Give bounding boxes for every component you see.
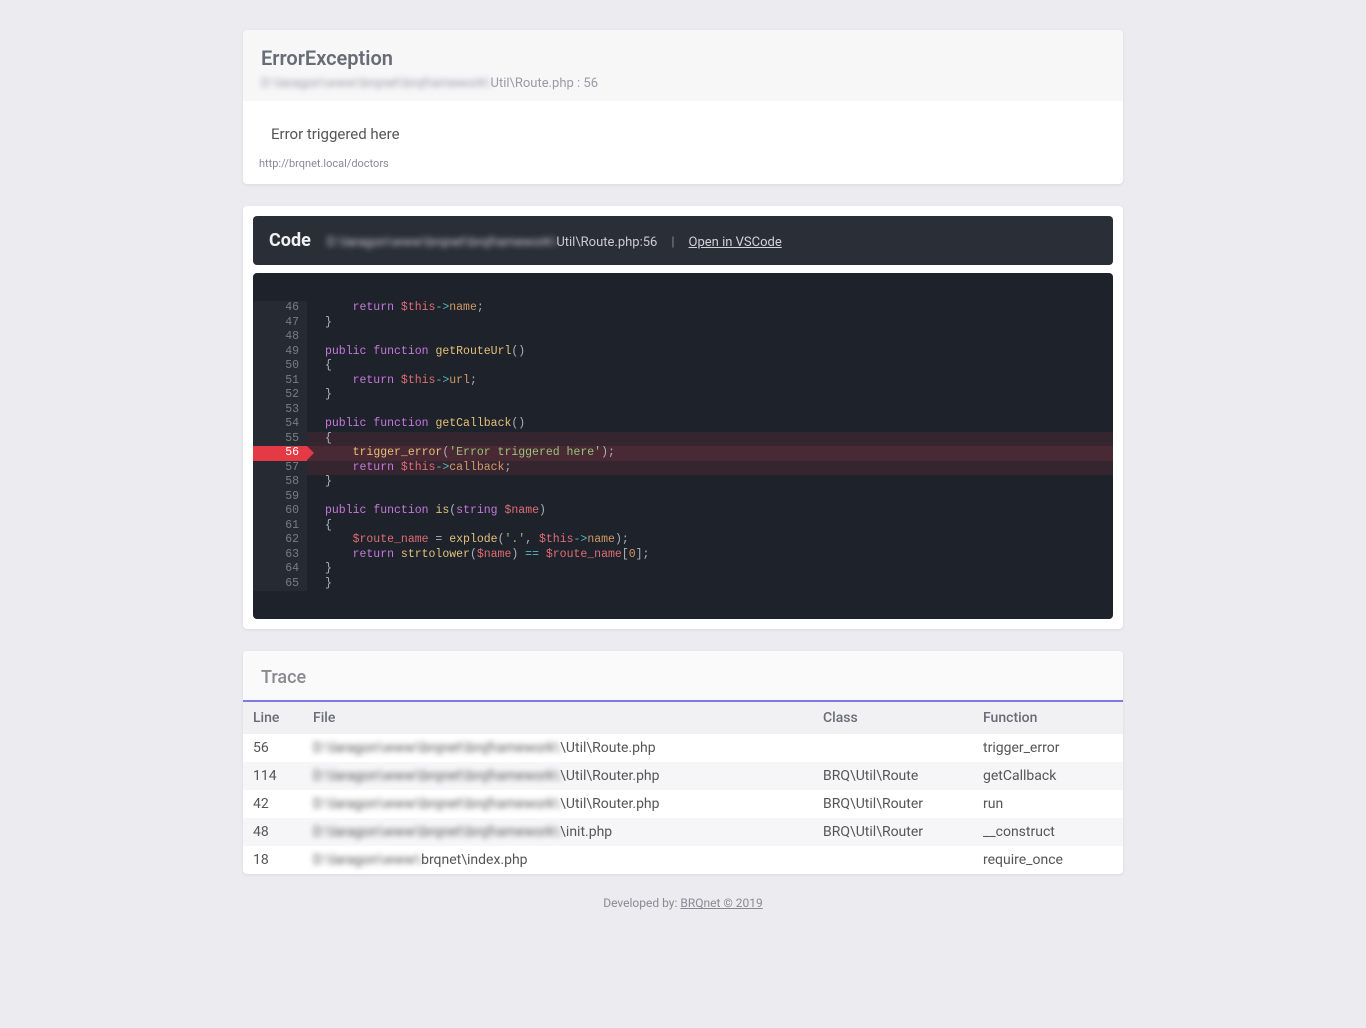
trace-title: Trace xyxy=(243,651,1123,702)
cell-class: BRQ\Util\Router xyxy=(813,790,973,818)
exception-title: ErrorException xyxy=(261,46,1105,70)
line-number: 53 xyxy=(261,403,299,418)
line-number: 51 xyxy=(261,374,299,389)
line-number: 48 xyxy=(261,330,299,345)
line-number: 59 xyxy=(261,490,299,505)
code-line: public function getRouteUrl() xyxy=(325,345,1113,360)
cell-class xyxy=(813,734,973,762)
cell-function: run xyxy=(973,790,1123,818)
code-line: return $this->url; xyxy=(325,374,1113,389)
cell-line: 56 xyxy=(243,734,303,762)
line-number: 62 xyxy=(261,533,299,548)
line-number-gutter: 46 47 48 49 50 51 52 53 54 55 56 57 58 5… xyxy=(253,301,307,591)
footer: Developed by: BRQnet © 2019 xyxy=(243,896,1123,910)
code-line: return $this->name; xyxy=(325,301,1113,316)
line-number: 50 xyxy=(261,359,299,374)
cell-function: getCallback xyxy=(973,762,1123,790)
cell-class: BRQ\Util\Route xyxy=(813,762,973,790)
line-number: 61 xyxy=(261,519,299,534)
code-block: 46 47 48 49 50 51 52 53 54 55 56 57 58 5… xyxy=(253,273,1113,619)
request-url: http://brqnet.local/doctors xyxy=(243,157,1123,184)
line-number: 64 xyxy=(261,562,299,577)
line-number: 58 xyxy=(261,475,299,490)
code-line: return $this->callback; xyxy=(307,461,1113,476)
trace-panel: Trace Line File Class Function 56D:\lara… xyxy=(243,651,1123,874)
trace-table: Line File Class Function 56D:\laragon\ww… xyxy=(243,702,1123,874)
separator: | xyxy=(671,235,674,250)
code-lines: return $this->name; } public function ge… xyxy=(307,301,1113,591)
col-function: Function xyxy=(973,702,1123,734)
table-row: 56D:\laragon\www\brqnet\brqframework\\Ut… xyxy=(243,734,1123,762)
code-line: { xyxy=(325,359,1113,374)
exception-file-path: D:\laragon\www\brqnet\brqframework\Util\… xyxy=(261,76,1105,91)
code-line: } xyxy=(325,475,1113,490)
table-header-row: Line File Class Function xyxy=(243,702,1123,734)
col-line: Line xyxy=(243,702,303,734)
cell-line: 114 xyxy=(243,762,303,790)
code-line: { xyxy=(307,432,1113,447)
code-line: } xyxy=(325,388,1113,403)
code-file-path: D:\laragon\www\brqnet\brqframework\Util\… xyxy=(327,235,658,250)
cell-line: 18 xyxy=(243,846,303,874)
cell-file: D:\laragon\www\brqnet\brqframework\\Util… xyxy=(303,734,813,762)
code-line: { xyxy=(325,519,1113,534)
cell-file: D:\laragon\www\brqnet\index.php xyxy=(303,846,813,874)
line-number: 49 xyxy=(261,345,299,360)
line-number: 52 xyxy=(261,388,299,403)
cell-file: D:\laragon\www\brqnet\brqframework\\Util… xyxy=(303,762,813,790)
line-number: 63 xyxy=(261,548,299,563)
line-number-highlighted: 56 xyxy=(253,446,307,461)
code-line xyxy=(325,330,1113,345)
footer-link[interactable]: BRQnet © 2019 xyxy=(680,896,762,910)
line-number: 54 xyxy=(261,417,299,432)
cell-function: __construct xyxy=(973,818,1123,846)
cell-file: D:\laragon\www\brqnet\brqframework\\init… xyxy=(303,818,813,846)
cell-function: require_once xyxy=(973,846,1123,874)
col-class: Class xyxy=(813,702,973,734)
path-blurred: D:\laragon\www\brqnet\brqframework\ xyxy=(261,76,491,91)
line-number: 65 xyxy=(261,577,299,592)
code-line-highlighted: trigger_error('Error triggered here'); xyxy=(307,446,1113,461)
code-line: public function getCallback() xyxy=(325,417,1113,432)
code-panel: Code D:\laragon\www\brqnet\brqframework\… xyxy=(243,206,1123,629)
cell-function: trigger_error xyxy=(973,734,1123,762)
table-row: 18D:\laragon\www\brqnet\index.php require… xyxy=(243,846,1123,874)
code-line: public function is(string $name) xyxy=(325,504,1113,519)
code-line: return strtolower($name) == $route_name[… xyxy=(325,548,1113,563)
line-number: 55 xyxy=(261,432,299,447)
cell-line: 42 xyxy=(243,790,303,818)
code-header-bar: Code D:\laragon\www\brqnet\brqframework\… xyxy=(253,216,1113,265)
table-row: 114D:\laragon\www\brqnet\brqframework\\U… xyxy=(243,762,1123,790)
cell-file: D:\laragon\www\brqnet\brqframework\\Util… xyxy=(303,790,813,818)
code-line: } xyxy=(325,562,1113,577)
col-file: File xyxy=(303,702,813,734)
cell-line: 48 xyxy=(243,818,303,846)
exception-message: Error triggered here xyxy=(243,101,1123,157)
cell-class xyxy=(813,846,973,874)
table-row: 42D:\laragon\www\brqnet\brqframework\\Ut… xyxy=(243,790,1123,818)
open-in-vscode-link[interactable]: Open in VSCode xyxy=(689,235,782,250)
exception-header-panel: ErrorException D:\laragon\www\brqnet\brq… xyxy=(243,30,1123,184)
line-number: 47 xyxy=(261,316,299,331)
code-line: } xyxy=(325,577,1113,592)
cell-class: BRQ\Util\Router xyxy=(813,818,973,846)
code-line: $route_name = explode('.', $this->name); xyxy=(325,533,1113,548)
line-number: 46 xyxy=(261,301,299,316)
code-line: } xyxy=(325,316,1113,331)
line-number: 60 xyxy=(261,504,299,519)
code-line xyxy=(325,403,1113,418)
footer-prefix: Developed by: xyxy=(603,896,680,910)
path-visible: Util\Route.php : 56 xyxy=(491,76,598,91)
line-number: 57 xyxy=(261,461,299,476)
code-label: Code xyxy=(269,230,311,251)
table-row: 48D:\laragon\www\brqnet\brqframework\\in… xyxy=(243,818,1123,846)
code-line xyxy=(325,490,1113,505)
